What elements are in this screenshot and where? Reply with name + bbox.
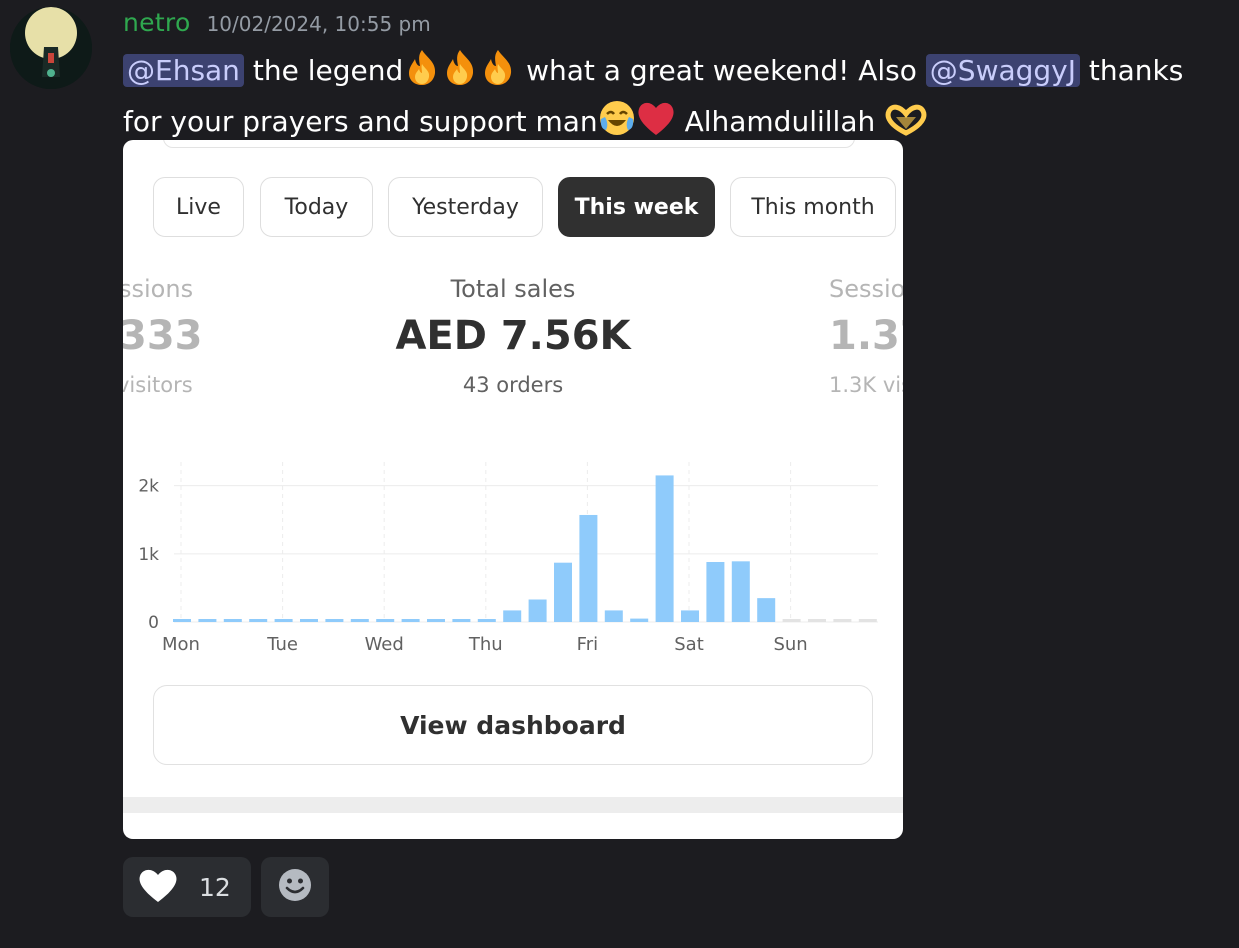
chart-bar (554, 562, 572, 622)
message-text-1: the legend (243, 54, 404, 87)
chart-bar (477, 619, 496, 622)
view-dashboard-button[interactable]: View dashboard (153, 685, 873, 765)
chart-bar (655, 475, 674, 622)
chart-bar (173, 619, 191, 622)
x-tick-label: Sat (674, 634, 704, 655)
x-tick-label: Mon (162, 634, 200, 655)
metric-value: AED 7.56K (395, 313, 631, 359)
chart-bar (731, 561, 750, 622)
chart-bar (808, 619, 826, 622)
metric-label: ssions (123, 275, 194, 303)
chart-bar (630, 618, 649, 622)
tab-this-month[interactable]: This month (730, 177, 896, 237)
chart-bar (325, 619, 344, 622)
metric-label: Sessio (829, 275, 903, 303)
chart-bar (223, 619, 242, 622)
chart-bar (452, 619, 471, 622)
y-tick-label: 1k (138, 545, 159, 565)
chart-bar (503, 610, 522, 622)
sales-bar-chart: 0 1k 2k Mon Tue Wed Thu Fri Sat Sun (138, 462, 878, 655)
bottom-strip (123, 797, 903, 813)
chart-bar (681, 610, 699, 622)
mention-ehsan[interactable]: @Ehsan (123, 54, 244, 87)
mention-swaggyj[interactable]: @SwaggyJ (925, 54, 1081, 87)
y-tick-label: 0 (148, 613, 159, 633)
add-reaction-button[interactable] (261, 857, 329, 917)
x-tick-label: Fri (577, 634, 598, 655)
x-tick-label: Tue (266, 634, 298, 655)
reaction-heart[interactable]: 12 (123, 857, 251, 917)
chart-bar (274, 619, 293, 622)
message-text-2: what a great weekend! Also (517, 54, 926, 87)
reaction-count: 12 (199, 872, 231, 902)
chart-bar (858, 619, 877, 622)
timestamp: 10/02/2024, 10:55 pm (206, 12, 431, 36)
chart-bar (579, 514, 598, 622)
metric-label: Total sales (450, 275, 576, 303)
metric-value: 333 (123, 313, 201, 359)
image-attachment[interactable]: Live Today Yesterday This week This mont… (123, 140, 903, 839)
x-tick-label: Thu (468, 634, 503, 655)
message-content: @Ehsan the legend what a great weekend! … (123, 48, 1213, 150)
tab-live[interactable]: Live (153, 177, 244, 237)
message-text-4: Alhamdulillah (675, 105, 876, 138)
chart-bar (757, 598, 776, 622)
metric-subtext: 1.3K vis (829, 373, 903, 397)
metric-value: 1.37 (829, 313, 903, 359)
username[interactable]: netro (123, 8, 191, 37)
x-tick-label: Sun (773, 634, 807, 655)
chart-bar (528, 599, 547, 622)
y-tick-label: 2k (138, 477, 159, 497)
reactions-bar: 12 (123, 857, 329, 917)
chart-bar (401, 619, 420, 622)
chart-bar (198, 619, 217, 622)
chat-message: netro 10/02/2024, 10:55 pm @Ehsan the le… (123, 8, 1223, 150)
tab-today[interactable]: Today (260, 177, 373, 237)
tab-yesterday[interactable]: Yesterday (388, 177, 543, 237)
metric-subtext: visitors (123, 373, 193, 397)
chart-bar (427, 619, 445, 622)
chart-bar (350, 619, 369, 622)
metric-sessions-left: ssions 333 visitors (123, 275, 201, 397)
metric-total-sales: Total sales AED 7.56K 43 orders (363, 275, 663, 397)
white-heart-icon (137, 866, 179, 908)
user-avatar[interactable] (10, 7, 92, 89)
tab-this-week[interactable]: This week (558, 177, 715, 237)
x-tick-label: Wed (365, 634, 404, 655)
top-card-edge (163, 140, 855, 148)
chart-bar (376, 619, 395, 622)
fire-emoji-icon (403, 48, 441, 99)
metric-sessions-right: Sessio 1.37 1.3K vis (829, 275, 903, 397)
chart-bar (249, 619, 268, 622)
message-header: netro 10/02/2024, 10:55 pm (123, 8, 1223, 46)
chart-bar (833, 619, 852, 622)
chart-bar (300, 619, 318, 622)
chart-bar (604, 610, 623, 622)
smiley-icon (277, 867, 313, 907)
fire-emoji-icon (479, 48, 517, 99)
metric-subtext: 43 orders (462, 373, 564, 397)
chart-bar (706, 562, 725, 622)
chart-bar (782, 619, 801, 622)
fire-emoji-icon (441, 48, 479, 99)
